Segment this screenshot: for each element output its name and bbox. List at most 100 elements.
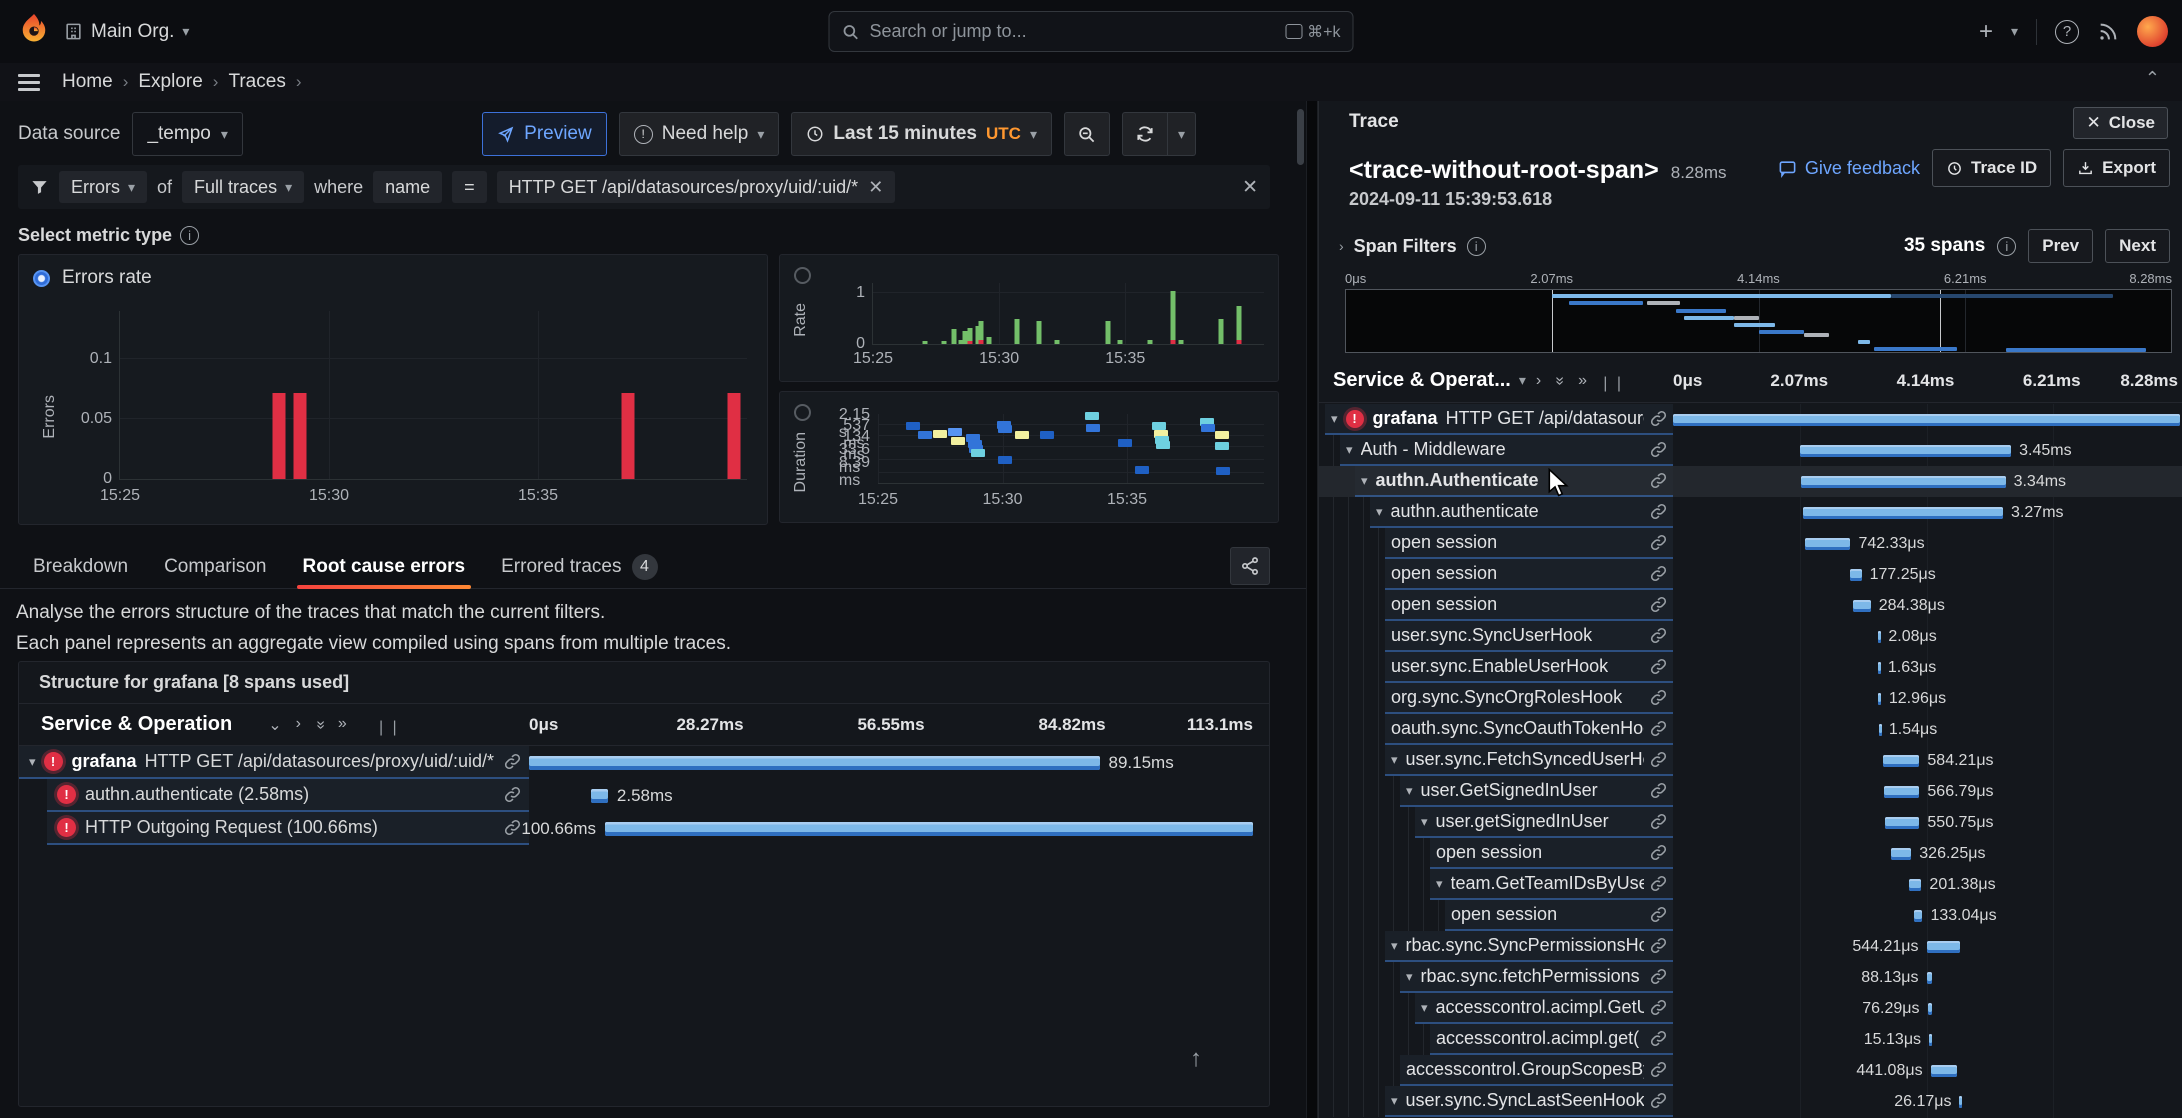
caret-down-icon[interactable]: ▾ xyxy=(1376,504,1383,520)
minimap-viewport-line[interactable] xyxy=(1552,290,1553,352)
breadcrumb-traces[interactable]: Traces xyxy=(228,71,285,93)
search-input[interactable]: Search or jump to... ⌘+k xyxy=(829,11,1354,52)
tab-breakdown[interactable]: Breakdown xyxy=(15,545,146,589)
span-name-cell[interactable]: ▾rbac.sync.SyncPermissionsHook xyxy=(1385,931,1673,962)
link-icon[interactable] xyxy=(1644,906,1667,923)
duration-bar[interactable] xyxy=(1959,1096,1962,1108)
menu-icon[interactable] xyxy=(18,74,40,91)
expand-all-icon[interactable]: » xyxy=(1578,372,1587,390)
caret-down-icon[interactable]: ▾ xyxy=(1421,814,1428,830)
clear-filters-icon[interactable]: ✕ xyxy=(1242,176,1258,199)
duration-bar[interactable] xyxy=(1673,414,2180,426)
span-name-cell[interactable]: open session xyxy=(1385,528,1673,559)
span-name-cell[interactable]: open session xyxy=(1445,900,1673,931)
span-name-cell[interactable]: open session xyxy=(1385,590,1673,621)
link-icon[interactable] xyxy=(1644,565,1667,582)
chevron-right-icon[interactable]: › xyxy=(1339,238,1344,254)
expand-one-icon[interactable]: › xyxy=(1536,372,1541,390)
trace-span-row[interactable]: user.sync.EnableUserHook1.63μs xyxy=(1319,652,2182,683)
trace-span-row[interactable]: ▾authn.Authenticate3.34ms xyxy=(1319,466,2182,497)
news-icon[interactable] xyxy=(2097,21,2119,43)
minimap-viewport-line[interactable] xyxy=(1940,290,1941,352)
collapse-all-icon[interactable]: » xyxy=(1551,376,1569,385)
link-icon[interactable] xyxy=(1644,720,1667,737)
duration-bar[interactable] xyxy=(591,789,608,803)
collapse-up-icon[interactable]: ⌃ xyxy=(2145,68,2160,89)
org-switcher[interactable]: Main Org. ▾ xyxy=(64,21,189,43)
span-name-cell[interactable]: ▾Auth - Middleware xyxy=(1340,435,1673,466)
duration-bar[interactable] xyxy=(1878,693,1881,705)
give-feedback-link[interactable]: Give feedback xyxy=(1778,158,1920,179)
trace-span-row[interactable]: ▾!grafanaHTTP GET /api/datasources/proxy… xyxy=(1319,404,2182,435)
structure-row[interactable]: ▾!grafanaHTTP GET /api/datasources/proxy… xyxy=(19,746,1269,779)
trace-span-row[interactable]: ▾accesscontrol.acimpl.GetUs76.29μs xyxy=(1319,993,2182,1024)
trace-span-row[interactable]: ▾authn.authenticate3.27ms xyxy=(1319,497,2182,528)
collapse-one-icon[interactable]: ⌄ xyxy=(268,715,281,735)
refresh-interval-dropdown[interactable]: ▾ xyxy=(1168,112,1196,156)
span-name-cell[interactable]: user.sync.SyncUserHook xyxy=(1385,621,1673,652)
caret-down-icon[interactable]: ▾ xyxy=(1406,783,1413,799)
link-icon[interactable] xyxy=(1644,1030,1667,1047)
trace-span-row[interactable]: ▾rbac.sync.SyncPermissionsHook544.21μs xyxy=(1319,931,2182,962)
need-help-button[interactable]: ! Need help ▾ xyxy=(619,112,780,156)
caret-down-icon[interactable]: ▾ xyxy=(1391,938,1398,954)
scroll-top-icon[interactable]: ↑ xyxy=(1190,1045,1202,1073)
trace-span-row[interactable]: ▾team.GetTeamIDsByUser201.38μs xyxy=(1319,869,2182,900)
duration-bar[interactable] xyxy=(1927,941,1960,953)
duration-bar[interactable] xyxy=(1891,848,1911,860)
errors-rate-radio[interactable] xyxy=(33,270,50,287)
duration-bar[interactable] xyxy=(1879,724,1882,736)
duration-bar[interactable] xyxy=(1883,755,1919,767)
breadcrumb-home[interactable]: Home xyxy=(62,71,113,93)
link-icon[interactable] xyxy=(1644,627,1667,644)
next-span-button[interactable]: Next xyxy=(2105,229,2170,263)
help-icon[interactable]: ? xyxy=(2055,20,2079,44)
duration-bar[interactable] xyxy=(1805,538,1851,550)
filter-operator-chip[interactable]: = xyxy=(452,171,487,203)
column-resizer[interactable]: ❘❘ xyxy=(375,718,402,736)
filter-metric-dropdown[interactable]: Errors▾ xyxy=(59,171,147,203)
trace-span-row[interactable]: open session284.38μs xyxy=(1319,590,2182,621)
trace-span-row[interactable]: open session177.25μs xyxy=(1319,559,2182,590)
link-icon[interactable] xyxy=(1644,844,1667,861)
span-name-cell[interactable]: org.sync.SyncOrgRolesHook xyxy=(1385,683,1673,714)
caret-down-icon[interactable]: ▾ xyxy=(1406,969,1413,985)
link-icon[interactable] xyxy=(1644,410,1667,427)
caret-down-icon[interactable]: ▾ xyxy=(29,754,36,770)
close-trace-button[interactable]: ✕Close xyxy=(2073,107,2168,139)
caret-down-icon[interactable]: ▾ xyxy=(1421,1000,1428,1016)
duration-bar[interactable] xyxy=(529,756,1100,770)
link-icon[interactable] xyxy=(1644,999,1667,1016)
trace-id-button[interactable]: Trace ID xyxy=(1932,149,2051,187)
duration-bar[interactable] xyxy=(1803,507,2003,519)
trace-minimap[interactable] xyxy=(1345,289,2172,353)
trace-span-row[interactable]: ▾user.GetSignedInUser566.79μs xyxy=(1319,776,2182,807)
trace-span-row[interactable]: ▾rbac.sync.fetchPermissions88.13μs xyxy=(1319,962,2182,993)
refresh-button[interactable] xyxy=(1122,112,1168,156)
trace-span-row[interactable]: user.sync.SyncUserHook2.08μs xyxy=(1319,621,2182,652)
link-icon[interactable] xyxy=(498,819,521,836)
zoom-out-button[interactable] xyxy=(1064,112,1110,156)
link-icon[interactable] xyxy=(1644,751,1667,768)
trace-span-row[interactable]: ▾user.getSignedInUser550.75μs xyxy=(1319,807,2182,838)
tab-root-cause-errors[interactable]: Root cause errors xyxy=(285,545,484,589)
link-icon[interactable] xyxy=(1644,503,1667,520)
span-name-cell[interactable]: ▾rbac.sync.fetchPermissions xyxy=(1400,962,1673,993)
span-name-cell[interactable]: ▾accesscontrol.acimpl.GetUs xyxy=(1415,993,1673,1024)
span-name-cell[interactable]: ▾!grafanaHTTP GET /api/datasources/proxy… xyxy=(19,746,529,779)
duration-bar[interactable] xyxy=(1931,1065,1958,1077)
link-icon[interactable] xyxy=(1644,937,1667,954)
caret-down-icon[interactable]: ▾ xyxy=(1391,752,1398,768)
link-icon[interactable] xyxy=(1644,1092,1667,1109)
filter-value-chip[interactable]: HTTP GET /api/datasources/proxy/uid/:uid… xyxy=(497,171,896,203)
rate-radio[interactable] xyxy=(794,267,811,284)
span-name-cell[interactable]: ▾authn.Authenticate xyxy=(1355,466,1673,497)
trace-span-row[interactable]: ▾Auth - Middleware3.45ms xyxy=(1319,435,2182,466)
breadcrumb-explore[interactable]: Explore xyxy=(138,71,202,93)
span-name-cell[interactable]: accesscontrol.acimpl.get( xyxy=(1430,1024,1673,1055)
link-icon[interactable] xyxy=(498,786,521,803)
tab-comparison[interactable]: Comparison xyxy=(146,545,284,589)
duration-bar[interactable] xyxy=(1928,1003,1933,1015)
link-icon[interactable] xyxy=(1644,689,1667,706)
link-icon[interactable] xyxy=(498,753,521,770)
